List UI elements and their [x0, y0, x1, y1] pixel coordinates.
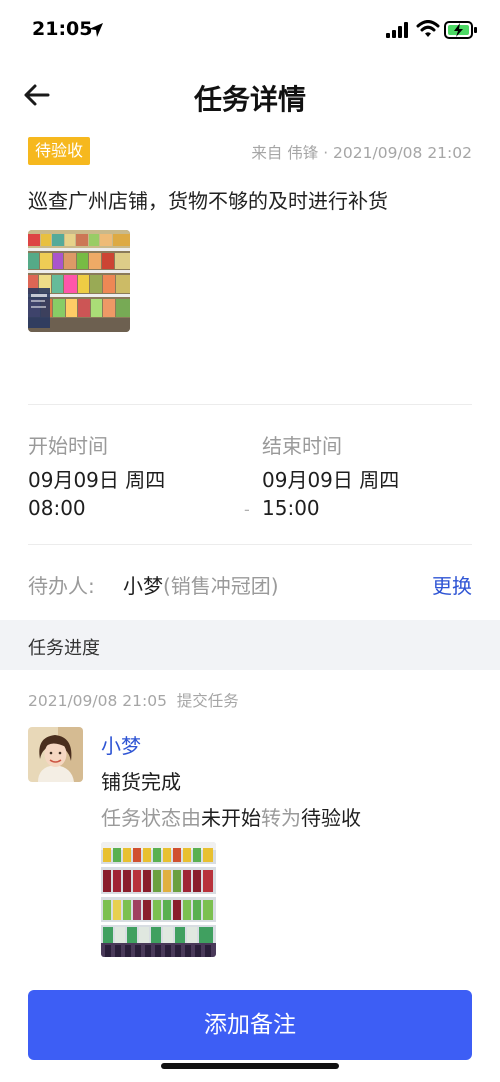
- log-photo[interactable]: [101, 842, 216, 957]
- status-from: 未开始: [201, 806, 261, 830]
- end-time-label: 结束时间: [262, 434, 342, 458]
- status-badge: 待验收: [28, 137, 91, 165]
- task-description: 巡查广州店铺，货物不够的及时进行补货: [28, 189, 388, 213]
- start-date: 09月09日 周四: [28, 468, 166, 492]
- task-meta: 来自 伟锋 · 2021/09/08 21:02: [251, 144, 472, 162]
- assignee-person: 小梦: [123, 574, 163, 598]
- status-to: 待验收: [301, 806, 361, 830]
- wifi-icon: [416, 20, 440, 37]
- progress-title: 任务进度: [28, 638, 100, 659]
- log-user-name[interactable]: 小梦: [101, 730, 141, 759]
- status-time: 21:05: [32, 18, 93, 40]
- status-mid: 转为: [261, 806, 301, 830]
- add-note-button[interactable]: 添加备注: [28, 990, 472, 1060]
- end-clock: 15:00: [262, 496, 320, 520]
- start-time-value: 09月09日 周四 08:00: [28, 466, 165, 522]
- time-separator: -: [244, 500, 250, 519]
- page-title: 任务详情: [193, 83, 306, 116]
- status-prefix: 任务状态由: [101, 806, 201, 830]
- assignee-team: (销售冲冠团): [163, 574, 279, 598]
- change-assignee-button[interactable]: 更换: [432, 570, 472, 599]
- cellular-signal-icon: [386, 22, 408, 38]
- avatar[interactable]: [28, 727, 83, 782]
- home-indicator[interactable]: [161, 1063, 339, 1069]
- task-photo[interactable]: [28, 230, 130, 332]
- battery-charging-icon: [444, 21, 477, 39]
- start-time-label: 开始时间: [28, 434, 108, 458]
- start-clock: 08:00: [28, 496, 86, 520]
- location-arrow-icon: [89, 23, 103, 37]
- end-date: 09月09日 周四: [262, 468, 400, 492]
- log-status-change: 任务状态由未开始转为待验收: [101, 802, 361, 831]
- assignee-name: 小梦(销售冲冠团): [123, 570, 279, 599]
- divider: [28, 404, 472, 405]
- divider: [28, 544, 472, 545]
- end-time-value: 09月09日 周四 15:00: [262, 466, 399, 522]
- assignee-label: 待办人:: [28, 574, 95, 598]
- log-entry-header: 2021/09/08 21:05 提交任务: [28, 692, 239, 710]
- log-text: 铺货完成: [101, 770, 181, 794]
